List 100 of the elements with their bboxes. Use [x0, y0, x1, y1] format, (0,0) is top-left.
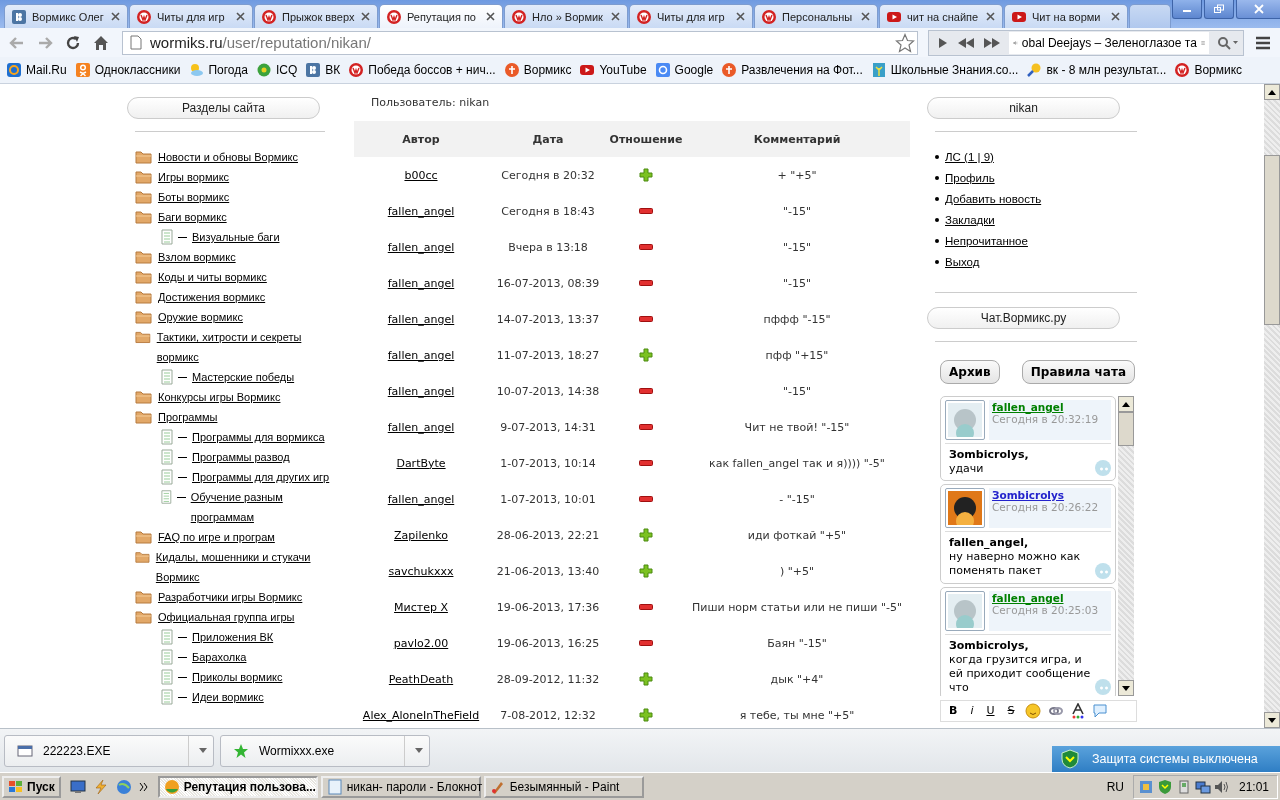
bookmark[interactable]: Google	[654, 62, 714, 78]
close-button[interactable]	[1236, 0, 1280, 19]
format-button[interactable]: i	[967, 703, 977, 719]
category-link[interactable]: Конкурсы игры Вормикс	[158, 387, 281, 407]
bookmark[interactable]: Одноклассники	[74, 62, 181, 78]
format-button[interactable]: B	[946, 703, 961, 719]
caret-icon[interactable]	[199, 748, 207, 753]
network-icon[interactable]	[1194, 778, 1211, 795]
smiley-icon[interactable]	[1024, 703, 1041, 719]
user-menu-link[interactable]: Непрочитанное	[945, 234, 1028, 247]
chat-button[interactable]: Архив	[940, 360, 1000, 384]
author-link[interactable]: fallen_angel	[387, 420, 455, 434]
chevron-icon[interactable]	[138, 781, 149, 792]
user-menu-link[interactable]: ЛС (1 | 9)	[945, 150, 994, 163]
download-item[interactable]: Wormixxx.exe	[220, 734, 430, 767]
close-icon[interactable]	[236, 12, 245, 21]
category-link[interactable]: Разработчики игры Вормикс	[158, 587, 303, 607]
font-color-icon[interactable]	[1070, 703, 1085, 719]
close-icon[interactable]	[361, 12, 370, 21]
taskbar-button[interactable]: Безымянный - Paint	[483, 775, 644, 798]
start-button[interactable]: Пуск	[2, 775, 61, 798]
close-icon[interactable]	[986, 12, 995, 21]
subcategory-link[interactable]: Мастерские победы	[192, 367, 295, 387]
up-arrow-icon[interactable]	[1122, 401, 1130, 407]
shield-icon[interactable]	[1156, 778, 1173, 795]
subcategory-link[interactable]: Программы для других игр	[192, 467, 330, 487]
chat-author-link[interactable]: fallen_angel	[992, 401, 1108, 413]
browser-tab[interactable]: Читы для игр	[129, 4, 253, 28]
category-link[interactable]: Официальная группа игры	[158, 607, 295, 627]
bookmark[interactable]: вк - 8 млн результат...	[1026, 62, 1167, 78]
chat-button[interactable]: Правила чата	[1021, 360, 1135, 384]
close-icon[interactable]	[611, 12, 620, 21]
up-arrow-icon[interactable]	[1268, 89, 1276, 95]
chat-author-link[interactable]: Зombicrolys	[992, 489, 1108, 501]
user-menu-link[interactable]: Закладки	[945, 213, 995, 226]
bookmark[interactable]: Школьные Знания.co...	[870, 62, 1019, 78]
category-link[interactable]: Взлом вормикс	[158, 247, 236, 267]
category-link[interactable]: Программы	[158, 407, 218, 427]
category-link[interactable]: FAQ по игре и програм	[158, 527, 275, 547]
author-link[interactable]: fallen_angel	[387, 384, 455, 398]
bookmark[interactable]: Вормикс	[503, 62, 572, 78]
category-link[interactable]: Тактики, хитрости и секреты вормикс	[156, 327, 332, 367]
author-link[interactable]: fallen_angel	[387, 204, 455, 218]
bookmark[interactable]: YouTube	[579, 62, 647, 78]
down-arrow-icon[interactable]	[1122, 685, 1130, 691]
star-icon[interactable]	[895, 32, 915, 53]
caret-icon[interactable]	[415, 748, 423, 753]
author-link[interactable]: Мистер Х	[394, 600, 448, 614]
author-link[interactable]: b00cc	[404, 168, 438, 182]
maximize-button[interactable]	[1204, 0, 1234, 19]
author-link[interactable]: PeathDeath	[388, 672, 454, 686]
bookmark[interactable]: Вормикс	[1174, 62, 1243, 78]
browser-tab[interactable]: Нло » Вормик	[504, 4, 628, 28]
bookmark[interactable]: Mail.Ru	[6, 62, 67, 78]
close-icon[interactable]	[736, 12, 745, 21]
author-link[interactable]: Alex_AloneInTheField	[362, 708, 480, 722]
category-link[interactable]: Кидалы, мошенники и стукачи Вормикс	[155, 547, 332, 587]
browser-tab[interactable]: Персональны	[754, 4, 878, 28]
subcategory-link[interactable]: Барахолка	[192, 647, 247, 667]
close-icon[interactable]	[861, 12, 870, 21]
user-menu-link[interactable]: Выход	[945, 255, 980, 268]
browser-tab[interactable]: Вормикс Олег	[4, 4, 128, 28]
desktop-icon[interactable]	[69, 778, 86, 795]
chat-author-link[interactable]: fallen_angel	[992, 592, 1108, 604]
close-icon[interactable]	[111, 12, 120, 21]
author-link[interactable]: fallen_angel	[387, 492, 455, 506]
author-link[interactable]: savchukxxx	[388, 564, 454, 578]
category-link[interactable]: Боты вормикс	[158, 187, 230, 207]
download-item[interactable]: 222223.EXE	[4, 734, 214, 767]
bookmark[interactable]: ВК	[305, 62, 341, 78]
subcategory-link[interactable]: Приколы вормикс	[192, 667, 283, 687]
author-link[interactable]: fallen_angel	[387, 348, 455, 362]
address-field[interactable]: wormiks.ru/user/reputation/nikan/	[122, 30, 918, 55]
user-menu-link[interactable]: Профиль	[945, 171, 995, 184]
subcategory-link[interactable]: Визуальные баги	[192, 227, 280, 247]
category-link[interactable]: Игры вормикс	[158, 167, 230, 187]
search-icon[interactable]	[1217, 35, 1239, 50]
rewind-icon[interactable]	[957, 35, 975, 50]
author-link[interactable]: fallen_angel	[387, 312, 455, 326]
close-icon[interactable]	[1111, 12, 1120, 21]
browser-tab[interactable]: Читы для игр	[629, 4, 753, 28]
browser-tab[interactable]: Чит на ворми	[1004, 4, 1128, 28]
taskbar-button[interactable]: никан- пароли - Блокнот	[320, 775, 481, 798]
author-link[interactable]: Zapilenko	[394, 528, 448, 542]
clock[interactable]: 21:01	[1238, 779, 1269, 794]
home-icon[interactable]	[92, 33, 110, 52]
down-arrow-icon[interactable]	[1268, 717, 1276, 723]
author-link[interactable]: DartByte	[396, 456, 446, 470]
browser-tab[interactable]: Прыжок вверх	[254, 4, 378, 28]
category-link[interactable]: Достижения вормикс	[158, 287, 266, 307]
subcategory-link[interactable]: Приложения ВК	[192, 627, 274, 647]
bookmark[interactable]: Развлечения на Фот...	[721, 62, 863, 78]
bookmark[interactable]: Победа боссов + нич...	[348, 62, 496, 78]
format-button[interactable]: U	[983, 703, 998, 719]
scroll-thumb[interactable]	[1118, 412, 1134, 446]
scroll-thumb[interactable]	[1264, 155, 1280, 325]
subcategory-link[interactable]: Программы развод	[192, 447, 290, 467]
format-button[interactable]: S	[1004, 703, 1018, 719]
author-link[interactable]: fallen_angel	[387, 276, 455, 290]
minimize-button[interactable]	[1172, 0, 1202, 19]
